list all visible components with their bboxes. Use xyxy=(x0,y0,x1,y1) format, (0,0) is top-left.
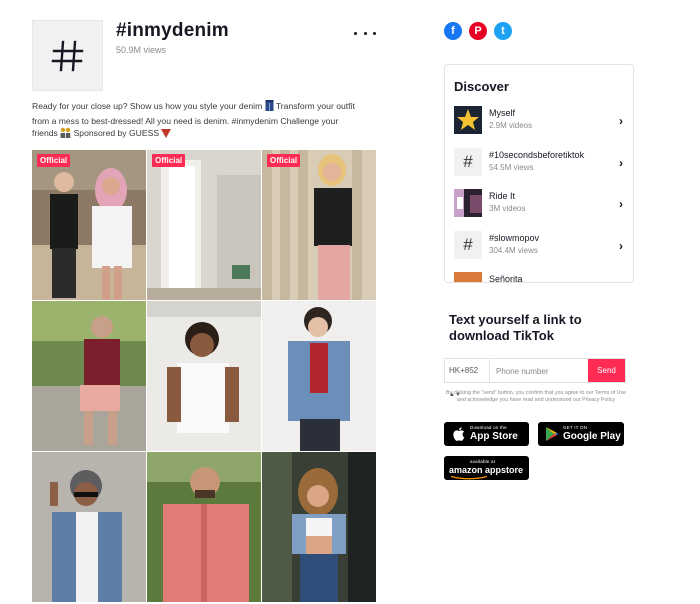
video-grid: Official Official Official xyxy=(32,150,376,604)
phone-number-input[interactable] xyxy=(491,359,594,384)
video-thumbnail[interactable] xyxy=(32,301,146,451)
hashtag-views: 50.9M views xyxy=(116,45,167,55)
app-store-big-text: App Store xyxy=(470,431,518,442)
amazon-appstore-button[interactable]: available at amazon appstore xyxy=(444,456,529,480)
discover-item-name: #slowmopov xyxy=(489,233,540,243)
discover-item-count: 54.5M views xyxy=(489,163,534,172)
hashtag-icon: # xyxy=(454,231,482,259)
people-emoji xyxy=(60,127,71,142)
description-text-1: Ready for your close up? Show us how you… xyxy=(32,101,265,111)
twitter-share-icon[interactable]: t xyxy=(494,22,512,40)
more-dot xyxy=(373,31,376,35)
official-badge: Official xyxy=(152,154,186,167)
hashtag-description: Ready for your close up? Show us how you… xyxy=(32,100,362,142)
app-store-small-text: Download on the xyxy=(470,425,507,430)
discover-item-ride-it[interactable]: Ride It 3M videos › xyxy=(454,189,629,223)
video-image xyxy=(147,452,261,602)
video-thumbnail[interactable] xyxy=(147,301,261,451)
download-title: Text yourself a link to download TikTok xyxy=(449,312,582,343)
chevron-right-icon: › xyxy=(619,197,623,211)
description-text-3: Sponsored by GUESS xyxy=(71,128,162,138)
discover-item-name: Señorita xyxy=(489,274,523,283)
phone-form: HK+852 ▲▼ Send xyxy=(444,358,626,398)
hashtag-icon xyxy=(51,40,83,71)
discover-item-senorita[interactable]: Señorita xyxy=(454,272,629,283)
discover-item-name: Ride It xyxy=(489,191,516,201)
discover-thumbnail xyxy=(454,272,482,282)
discover-item-count: 3M videos xyxy=(489,204,526,213)
country-code-value: HK+852 xyxy=(449,366,479,375)
discover-item-myself[interactable]: Myself 2.9M videos › xyxy=(454,106,629,140)
blue-jeans-emoji xyxy=(265,100,274,115)
hashtag-avatar xyxy=(32,20,103,91)
official-badge: Official xyxy=(37,154,71,167)
apple-icon xyxy=(453,427,465,441)
hashtag-title: #inmydenim xyxy=(116,20,229,41)
video-image xyxy=(32,301,146,451)
discover-item-name: Myself xyxy=(489,108,516,118)
chevron-right-icon: › xyxy=(619,239,623,253)
video-thumbnail[interactable]: Official xyxy=(32,150,146,300)
video-thumbnail[interactable]: Official xyxy=(147,150,261,300)
video-image xyxy=(262,150,376,300)
video-image xyxy=(147,301,261,451)
red-triangle-emoji xyxy=(161,129,172,142)
video-image xyxy=(262,452,376,602)
send-button[interactable]: Send xyxy=(588,359,625,382)
video-image xyxy=(32,452,146,602)
google-play-big-text: Google Play xyxy=(563,431,621,442)
amazon-smile-icon xyxy=(450,476,488,480)
country-code-select[interactable]: HK+852 ▲▼ xyxy=(445,359,490,398)
official-badge: Official xyxy=(267,154,301,167)
video-image xyxy=(32,150,146,300)
chevron-right-icon: › xyxy=(619,114,623,128)
chevron-right-icon: › xyxy=(619,156,623,170)
legal-disclaimer: By clicking the "send" button, you confi… xyxy=(445,390,627,403)
google-play-icon xyxy=(546,427,558,441)
discover-title: Discover xyxy=(454,79,509,94)
app-store-button[interactable]: Download on the App Store xyxy=(444,422,529,446)
facebook-share-icon[interactable]: f xyxy=(444,22,462,40)
video-thumbnail[interactable] xyxy=(262,452,376,602)
amazon-small-text: available at xyxy=(470,459,496,464)
google-play-small-text: GET IT ON xyxy=(563,425,588,430)
video-thumbnail[interactable] xyxy=(147,452,261,602)
video-thumbnail[interactable]: Official xyxy=(262,150,376,300)
video-thumbnail[interactable] xyxy=(32,452,146,602)
pinterest-share-icon[interactable]: P xyxy=(469,22,487,40)
google-play-button[interactable]: GET IT ON Google Play xyxy=(538,422,624,446)
hashtag-icon: # xyxy=(454,148,482,176)
video-image xyxy=(147,150,261,300)
video-image xyxy=(262,301,376,451)
more-dots-icon xyxy=(354,31,357,35)
discover-panel: Discover Myself 2.9M videos › # #10secon… xyxy=(444,64,634,283)
discover-item-name: #10secondsbeforetiktok xyxy=(489,150,585,160)
discover-thumbnail xyxy=(454,189,482,217)
discover-item-slowmopov[interactable]: # #slowmopov 304.4M views › xyxy=(454,231,629,265)
video-thumbnail[interactable] xyxy=(262,301,376,451)
more-dot xyxy=(363,31,367,35)
amazon-big-text: amazon appstore xyxy=(449,465,524,475)
discover-item-count: 2.9M videos xyxy=(489,121,533,130)
discover-item-count: 304.4M views xyxy=(489,246,538,255)
discover-thumbnail xyxy=(454,106,482,134)
discover-item-10secondsbeforetiktok[interactable]: # #10secondsbeforetiktok 54.5M views › xyxy=(454,148,629,182)
more-options-button[interactable] xyxy=(354,26,376,40)
